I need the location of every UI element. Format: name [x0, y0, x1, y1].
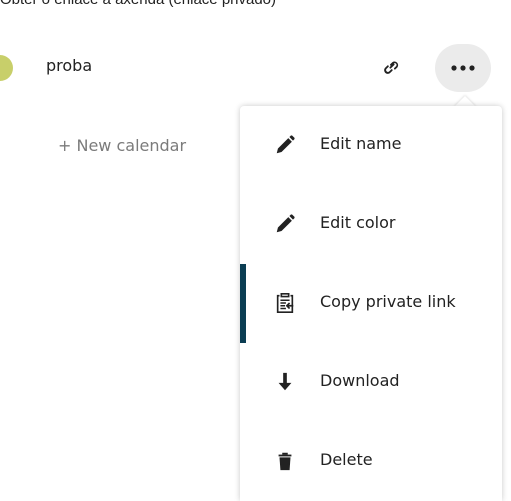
- menu-item-label: Download: [320, 371, 400, 390]
- menu-item-label: Edit color: [320, 213, 396, 232]
- download-icon: [274, 371, 296, 393]
- calendar-actions: [435, 44, 495, 92]
- instruction-caption: Obter o enlace á axenda (enlace privado): [0, 0, 276, 8]
- new-calendar-button[interactable]: + New calendar: [58, 136, 186, 155]
- calendar-row[interactable]: proba: [0, 44, 511, 92]
- menu-item-edit-name[interactable]: Edit name: [240, 106, 502, 185]
- trash-icon: [274, 450, 296, 472]
- pencil-icon: [274, 213, 296, 235]
- menu-item-label: Delete: [320, 450, 373, 469]
- menu-item-delete[interactable]: Delete: [240, 422, 502, 501]
- menu-item-label: Copy private link: [320, 292, 456, 311]
- menu-item-copy-private-link[interactable]: Copy private link: [240, 264, 502, 343]
- menu-item-edit-color[interactable]: Edit color: [240, 185, 502, 264]
- menu-item-download[interactable]: Download: [240, 343, 502, 422]
- more-horizontal-icon: [451, 65, 475, 71]
- calendar-name[interactable]: proba: [46, 56, 92, 75]
- more-button[interactable]: [435, 44, 491, 92]
- calendar-actions-menu: Edit name Edit color Copy private link D…: [240, 106, 502, 501]
- menu-item-label: Edit name: [320, 134, 402, 153]
- pencil-icon: [274, 134, 296, 156]
- clipboard-icon: [274, 292, 296, 314]
- calendar-color-dot[interactable]: [0, 55, 13, 81]
- link-icon[interactable]: [380, 56, 404, 80]
